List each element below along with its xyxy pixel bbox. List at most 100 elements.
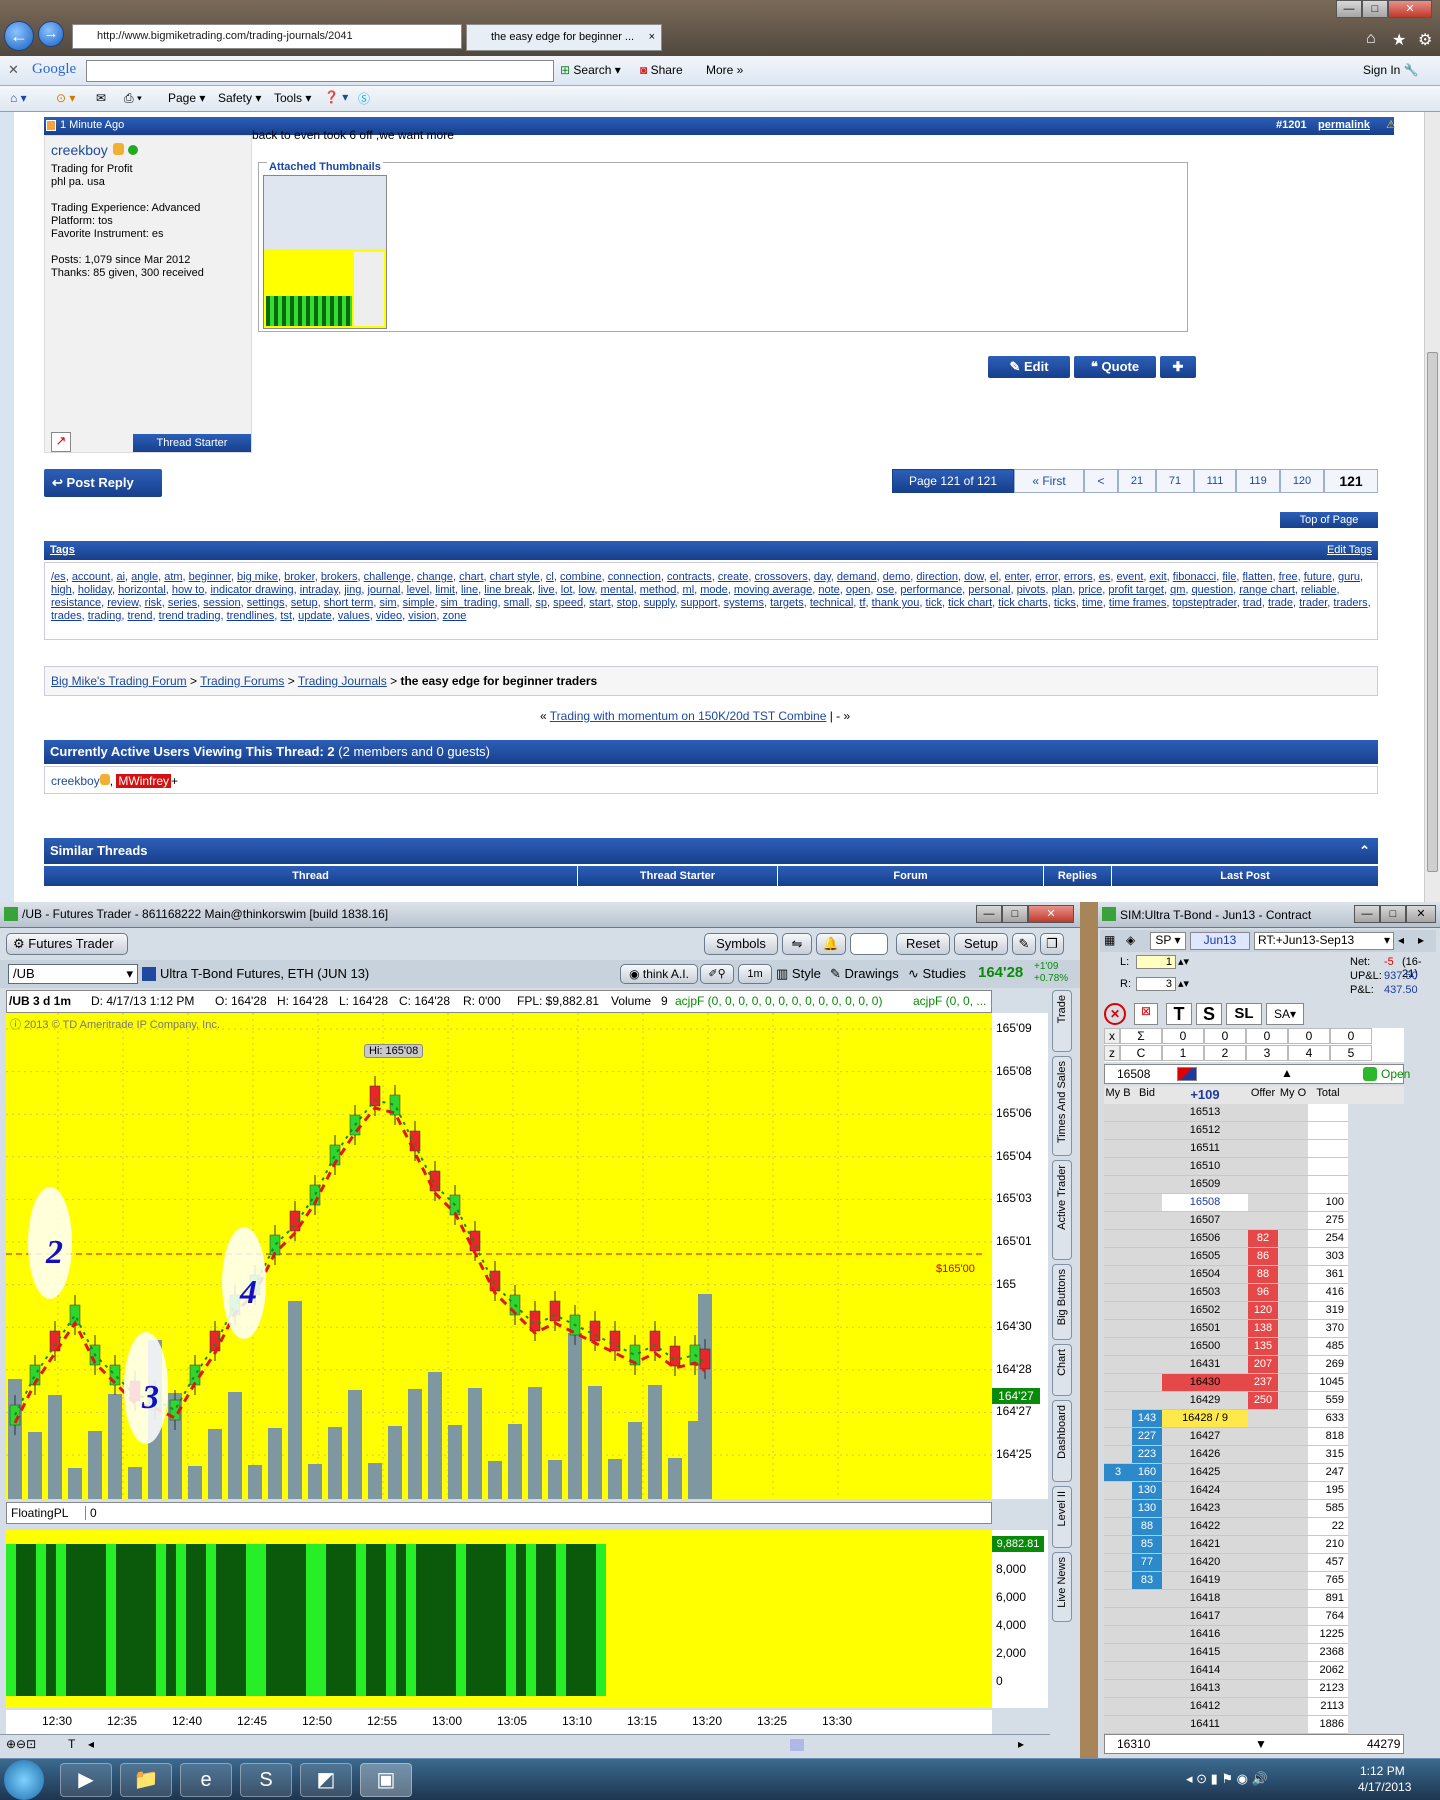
page-link[interactable]: 21 — [1118, 469, 1156, 493]
report-warning-icon[interactable]: ⚠ — [1386, 118, 1396, 131]
tag-link[interactable]: demo — [883, 571, 911, 583]
tag-link[interactable]: mode — [700, 584, 728, 596]
tag-link[interactable]: future — [1304, 571, 1332, 583]
tag-link[interactable]: brokers — [321, 571, 358, 583]
offer-cell[interactable] — [1248, 1572, 1278, 1590]
root-symbol-select[interactable]: SP ▾ — [1150, 932, 1186, 950]
my-bid-cell[interactable] — [1104, 1392, 1132, 1410]
tools-icon[interactable]: ✐⚲ — [700, 964, 734, 984]
tag-link[interactable]: challenge — [364, 571, 411, 583]
offer-cell[interactable] — [1248, 1662, 1278, 1680]
tag-link[interactable]: vision — [408, 610, 436, 622]
my-offer-cell[interactable] — [1278, 1140, 1308, 1158]
tag-link[interactable]: level — [407, 584, 430, 596]
tag-link[interactable]: tick — [925, 597, 942, 609]
chart-icon[interactable]: ↗ — [51, 432, 71, 452]
ladder-row[interactable]: 16501 138 370 — [1104, 1320, 1404, 1338]
tools-menu[interactable]: Tools ▾ — [274, 91, 311, 105]
post-number[interactable]: #1201 — [1276, 119, 1307, 131]
price-cell[interactable]: 16512 — [1162, 1122, 1248, 1140]
tag-link[interactable]: tst — [280, 610, 292, 622]
close-window-button[interactable]: ✕ — [1388, 0, 1432, 18]
my-offer-cell[interactable] — [1278, 1338, 1308, 1356]
price-box[interactable]: 16508 — [1117, 1067, 1150, 1081]
interval-button[interactable]: 1m — [738, 964, 772, 984]
settings-gear-icon[interactable]: ⚙ — [1418, 30, 1432, 50]
my-bid-cell[interactable] — [1104, 1248, 1132, 1266]
bid-cell[interactable]: 77 — [1132, 1554, 1162, 1572]
price-cell[interactable]: 16421 — [1162, 1536, 1248, 1554]
tag-link[interactable]: live — [538, 584, 555, 596]
tag-link[interactable]: profit target — [1108, 584, 1164, 596]
tag-link[interactable]: how to — [172, 584, 204, 596]
tag-link[interactable]: account — [72, 571, 111, 583]
tag-link[interactable]: el — [990, 571, 999, 583]
price-cell[interactable]: 16417 — [1162, 1608, 1248, 1626]
my-bid-cell[interactable] — [1104, 1644, 1132, 1662]
scroll-thumb[interactable] — [790, 1739, 804, 1751]
my-bid-cell[interactable] — [1104, 1140, 1132, 1158]
bid-cell[interactable] — [1132, 1122, 1162, 1140]
tag-link[interactable]: direction — [916, 571, 958, 583]
offer-cell[interactable] — [1248, 1158, 1278, 1176]
bid-cell[interactable] — [1132, 1158, 1162, 1176]
tag-link[interactable]: line break — [484, 584, 532, 596]
tag-link[interactable]: sim — [379, 597, 396, 609]
my-offer-cell[interactable] — [1278, 1680, 1308, 1698]
active-user-link[interactable]: MWinfrey — [116, 774, 172, 788]
my-bid-cell[interactable] — [1104, 1482, 1132, 1500]
ladder-row[interactable]: 16503 96 416 — [1104, 1284, 1404, 1302]
bid-cell[interactable] — [1132, 1176, 1162, 1194]
ladder-row[interactable]: 227 16427 818 — [1104, 1428, 1404, 1446]
ladder-row[interactable]: 16413 2123 — [1104, 1680, 1404, 1698]
trailing-stop-button[interactable]: T — [1166, 1003, 1192, 1025]
tag-link[interactable]: atm — [164, 571, 182, 583]
my-offer-cell[interactable] — [1278, 1572, 1308, 1590]
style-menu[interactable]: ▥ Style — [776, 966, 821, 982]
tag-link[interactable]: setup — [291, 597, 318, 609]
my-bid-cell[interactable] — [1104, 1374, 1132, 1392]
my-bid-cell[interactable] — [1104, 1194, 1132, 1212]
post-reply-button[interactable]: ↩ Post Reply — [44, 469, 162, 497]
attachment-thumbnail[interactable] — [263, 175, 387, 329]
scroll-up-icon[interactable]: ▲ — [1281, 1066, 1293, 1080]
top-of-page-link[interactable]: Top of Page — [1280, 512, 1378, 528]
my-offer-cell[interactable] — [1278, 1248, 1308, 1266]
tag-link[interactable]: systems — [724, 597, 764, 609]
clock-time[interactable]: 1:12 PM — [1360, 1764, 1405, 1778]
tag-link[interactable]: holiday — [78, 584, 112, 596]
offer-cell[interactable] — [1248, 1626, 1278, 1644]
price-cell[interactable]: 16413 — [1162, 1680, 1248, 1698]
setup-button[interactable]: Setup — [954, 933, 1008, 955]
tag-link[interactable]: session — [203, 597, 240, 609]
close-window-button[interactable]: ✕ — [1028, 905, 1074, 923]
bid-cell[interactable] — [1132, 1284, 1162, 1302]
page-link[interactable]: 120 — [1280, 469, 1324, 493]
offer-cell[interactable] — [1248, 1644, 1278, 1662]
tag-link[interactable]: review — [107, 597, 138, 609]
tag-link[interactable]: day — [814, 571, 831, 583]
side-tab[interactable]: Trade — [1052, 990, 1072, 1052]
column-header[interactable]: Last Post — [1112, 866, 1378, 886]
permalink[interactable]: permalink — [1318, 119, 1370, 131]
quote-button[interactable]: ❝ Quote — [1074, 356, 1156, 378]
my-offer-cell[interactable] — [1278, 1644, 1308, 1662]
offer-cell[interactable] — [1248, 1194, 1278, 1212]
signin-link[interactable]: Sign In 🔧 — [1363, 63, 1419, 77]
tag-link[interactable]: trades — [51, 610, 82, 622]
tag-link[interactable]: enter — [1005, 571, 1029, 583]
edit-tags-link[interactable]: Edit Tags — [1327, 541, 1372, 560]
ladder-column-header[interactable]: Bid — [1132, 1087, 1162, 1099]
tag-link[interactable]: mental — [601, 584, 634, 596]
my-offer-cell[interactable] — [1278, 1284, 1308, 1302]
cancel-all-icon[interactable]: ✕ — [1104, 1003, 1126, 1025]
drawings-menu[interactable]: ✎ Drawings — [830, 966, 899, 982]
back-button[interactable]: ← — [4, 21, 34, 51]
ladder-row[interactable]: 16415 2368 — [1104, 1644, 1404, 1662]
bid-cell[interactable]: 88 — [1132, 1518, 1162, 1536]
tag-link[interactable]: small — [504, 597, 530, 609]
tag-link[interactable]: free — [1279, 571, 1298, 583]
my-offer-cell[interactable] — [1278, 1518, 1308, 1536]
ladder-row[interactable]: 16430 237 1045 — [1104, 1374, 1404, 1392]
breadcrumb-link[interactable]: Trading Journals — [298, 674, 387, 688]
